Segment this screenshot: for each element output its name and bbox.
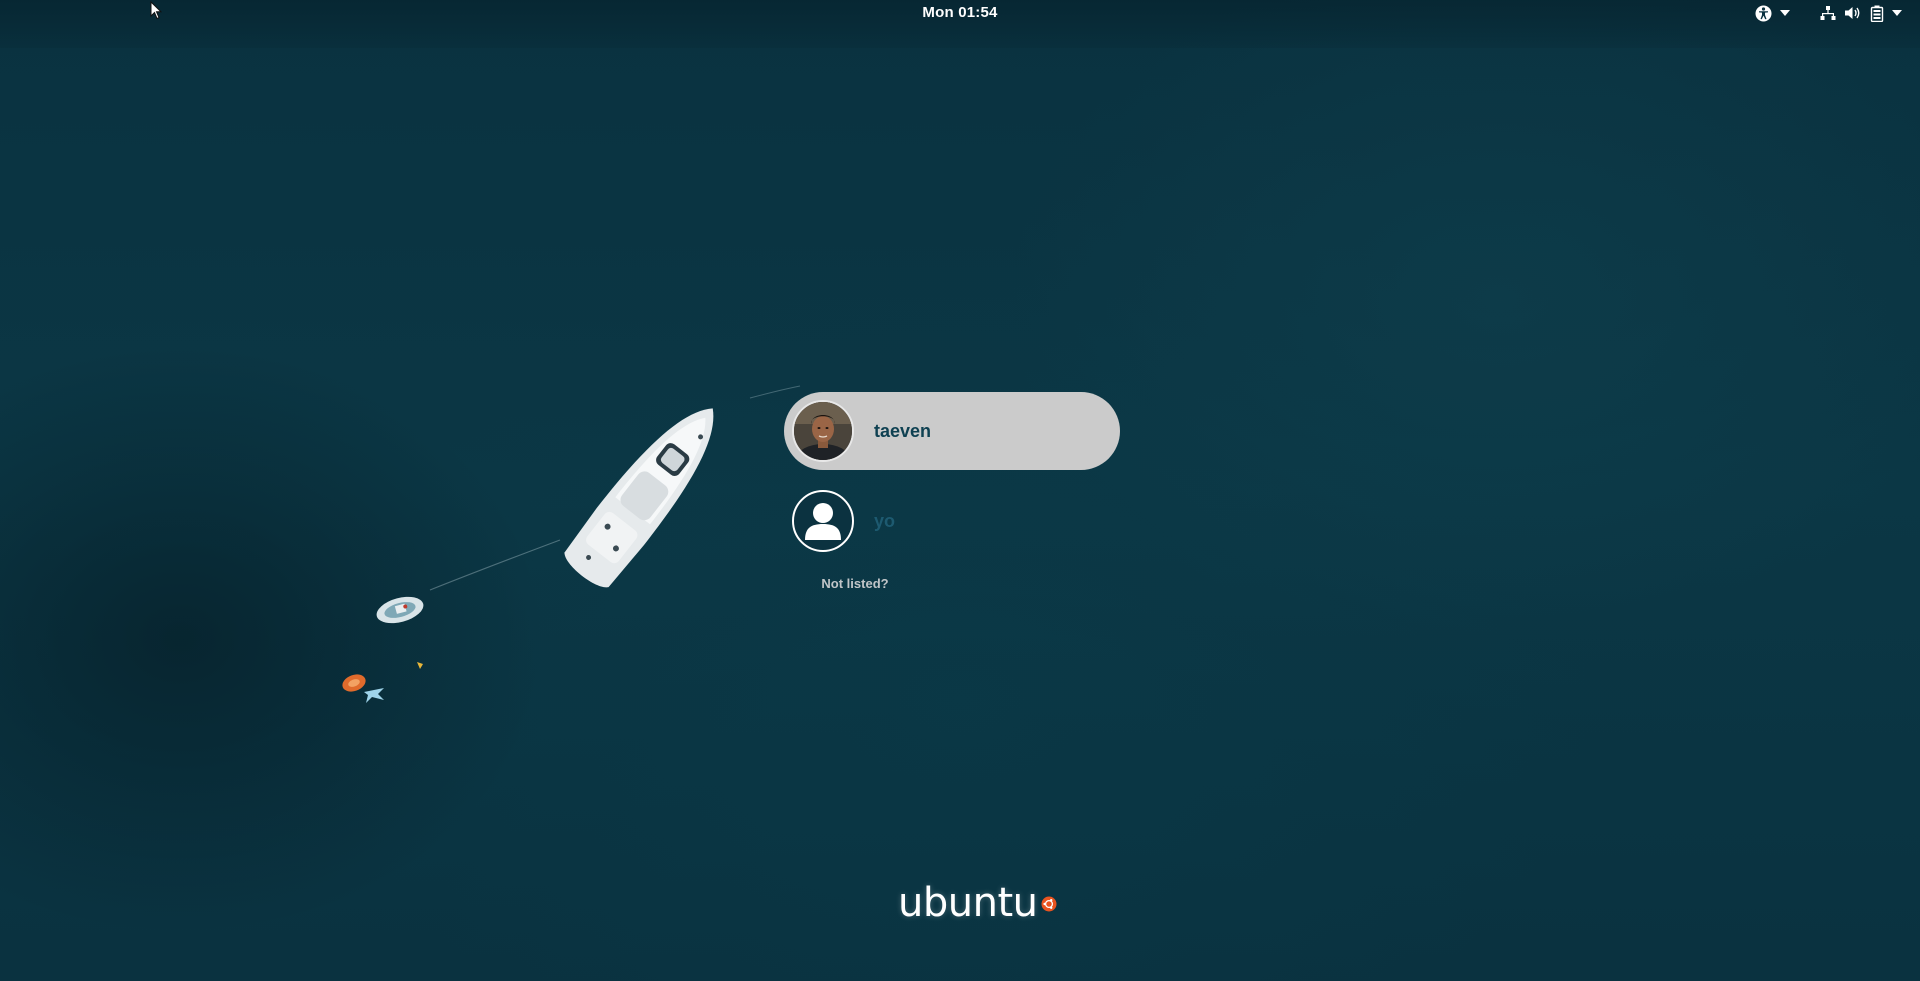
battery-icon — [1870, 5, 1884, 22]
user-name: yo — [874, 510, 896, 531]
clock: Mon 01:54 — [0, 4, 1920, 22]
top-bar: Mon 01:54 — [0, 0, 1920, 48]
ubuntu-wordmark: ubuntu — [898, 880, 1038, 926]
clock-label[interactable]: Mon 01:54 — [922, 4, 997, 21]
chevron-down-icon — [1892, 10, 1902, 16]
user-name: taeven — [874, 420, 932, 441]
user-item-yo[interactable]: yo — [784, 482, 1120, 560]
user-item-taeven[interactable]: taeven — [784, 392, 1120, 470]
system-tray[interactable] — [1755, 3, 1902, 23]
ubuntu-branding: ubuntu — [898, 880, 1057, 926]
network-wired-icon — [1820, 6, 1836, 20]
mouse-pointer-icon — [150, 1, 162, 20]
volume-icon — [1845, 7, 1860, 19]
chevron-down-icon — [1780, 10, 1790, 16]
ubuntu-circle-of-friends-icon — [1041, 896, 1057, 912]
accessibility-icon — [1755, 5, 1772, 21]
accessibility-menu[interactable] — [1755, 3, 1790, 23]
user-list: taeven yo Not listed? — [784, 392, 1120, 591]
not-listed-button[interactable]: Not listed? — [784, 576, 926, 591]
generic-user-icon — [792, 490, 854, 552]
system-status-menu[interactable] — [1820, 3, 1902, 23]
user-avatar-photo — [792, 400, 854, 462]
